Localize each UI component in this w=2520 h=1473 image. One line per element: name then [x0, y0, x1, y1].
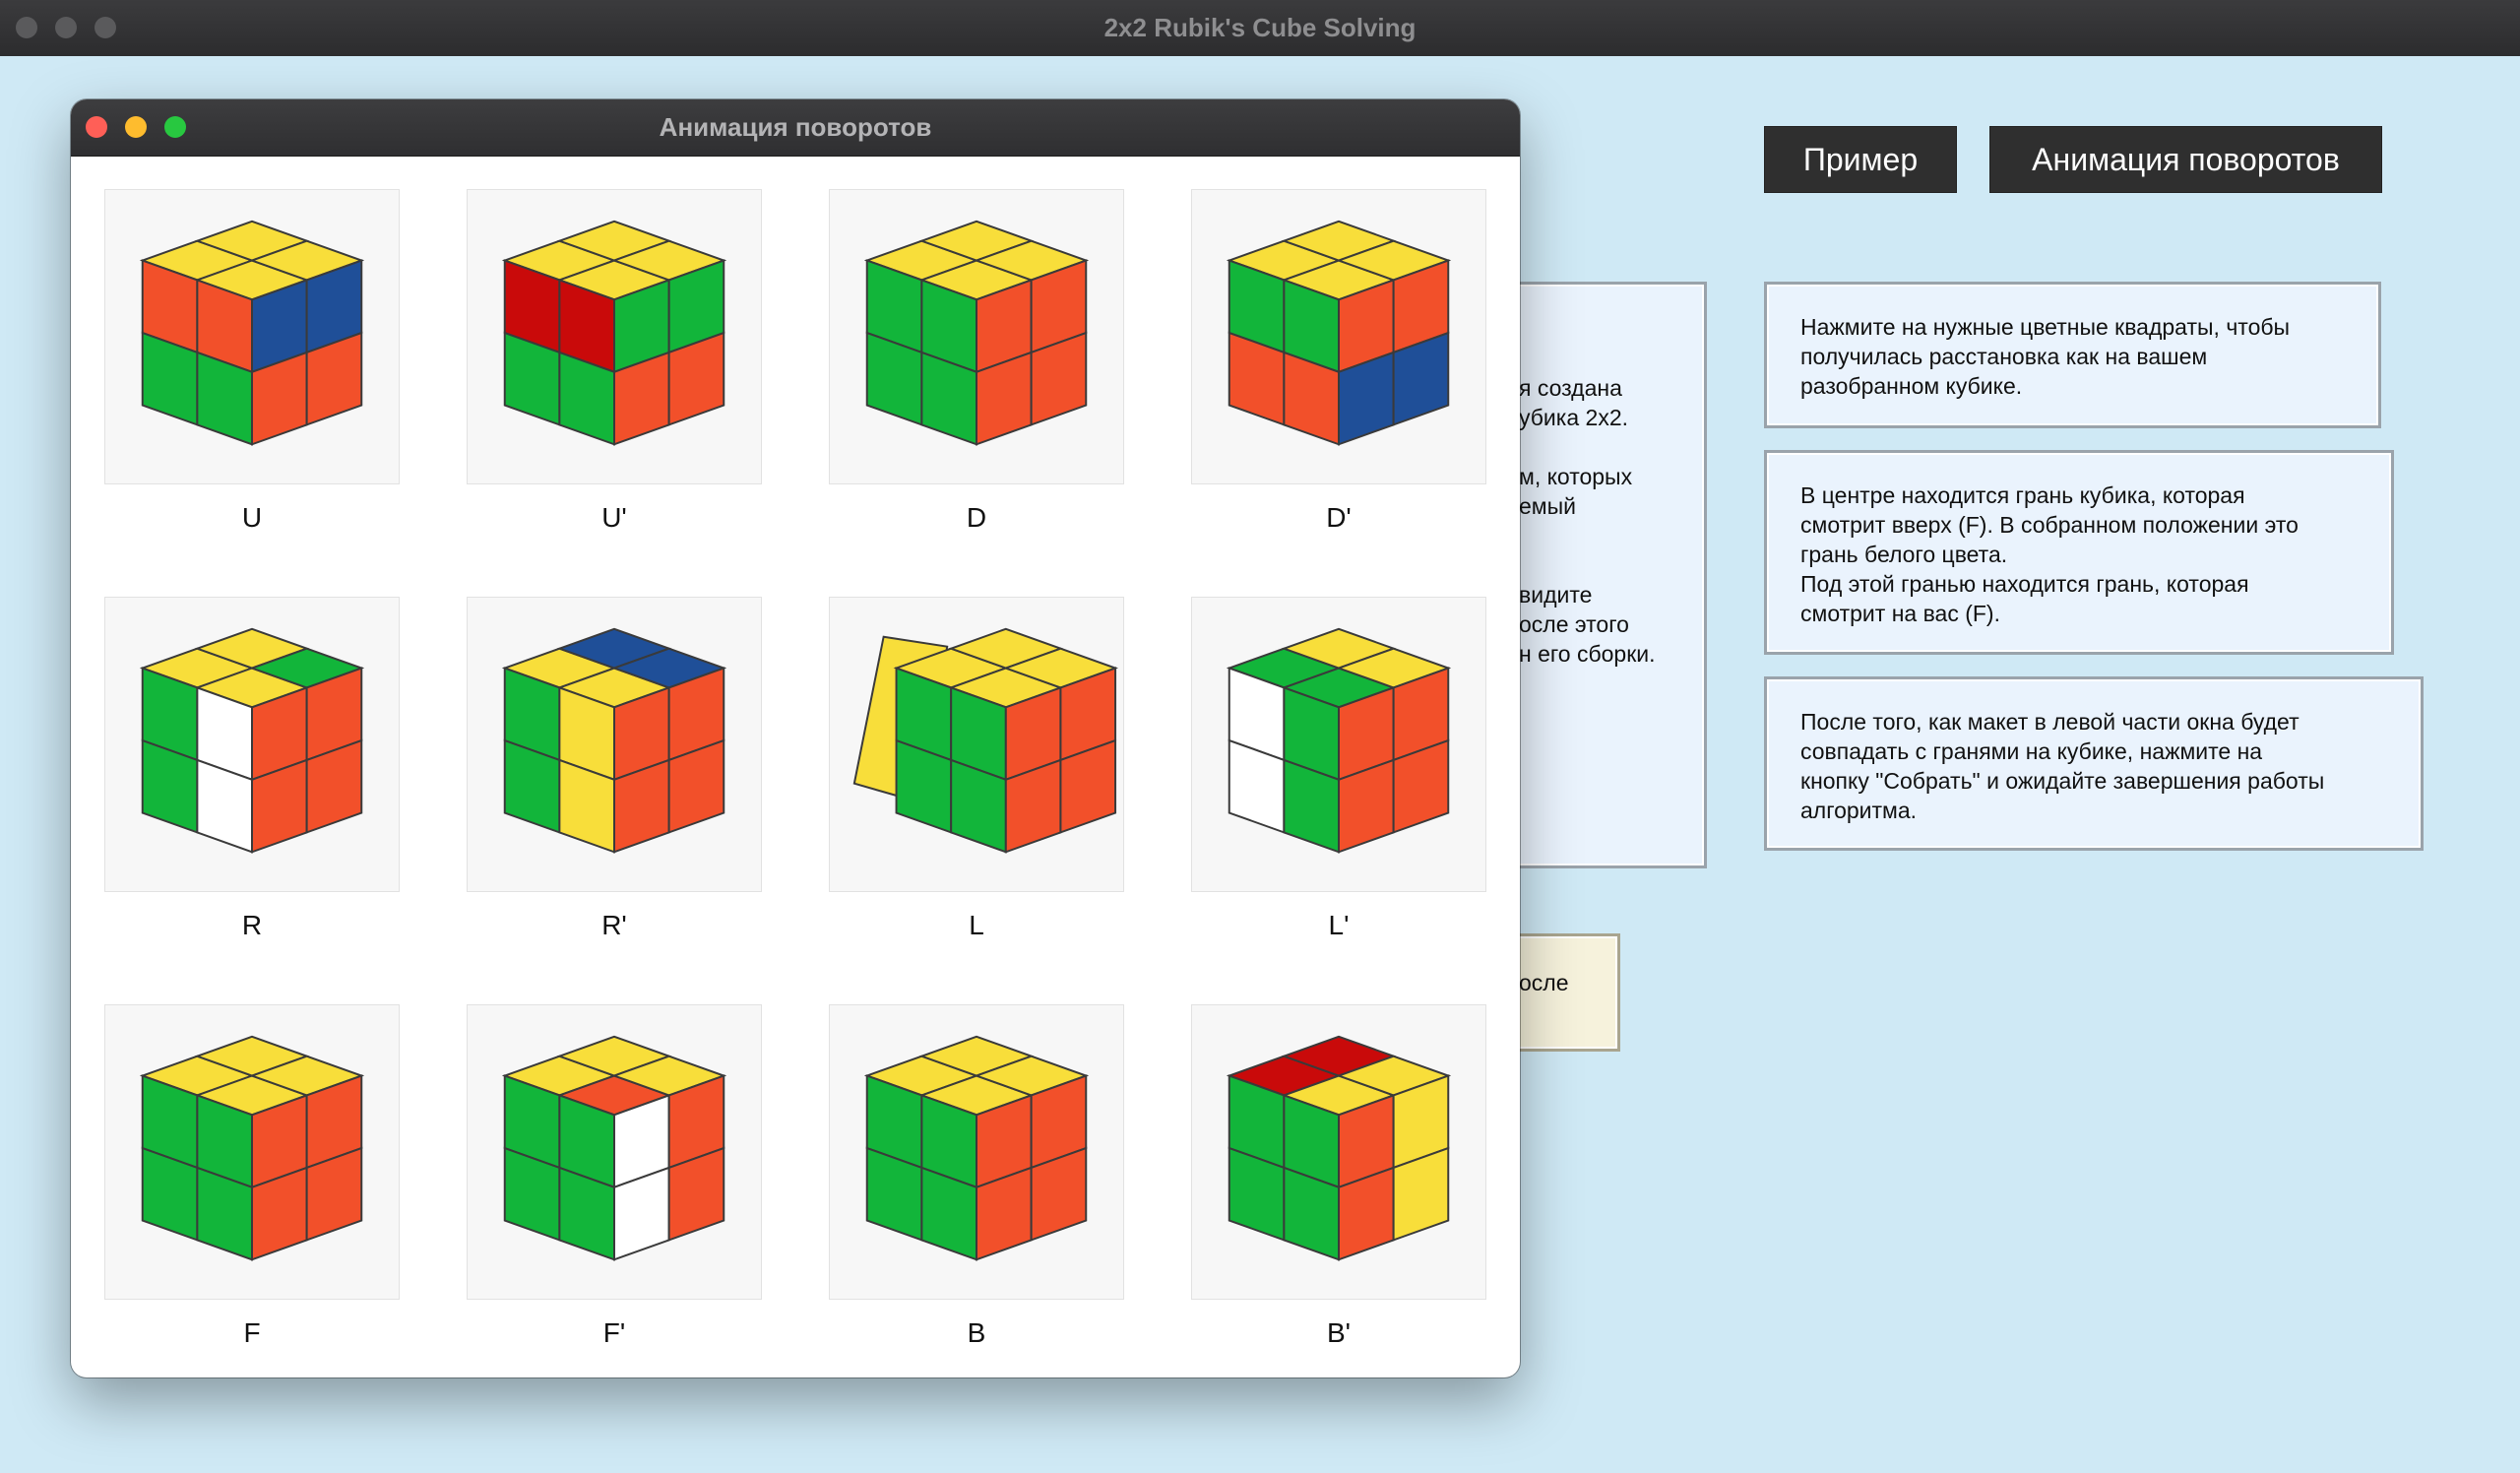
description-fragment-3: видите осле этого н его сборки. [1519, 582, 1656, 667]
move-label: R' [601, 910, 627, 940]
cube-image [1226, 1035, 1452, 1261]
move-animation-U-prime [467, 189, 762, 484]
cube-image [863, 220, 1090, 446]
main-window-titlebar: 2x2 Rubik's Cube Solving [0, 0, 2520, 57]
info-text-face-orientation: В центре находится грань кубика, которая… [1800, 482, 2299, 626]
move-animation-B-prime [1191, 1004, 1486, 1300]
move-animation-U [104, 189, 400, 484]
move-label: L' [1328, 910, 1350, 940]
move-animation-R [104, 597, 400, 892]
move-label: R [241, 910, 263, 940]
cube-image [1226, 220, 1452, 446]
move-label: B [967, 1317, 986, 1348]
info-box-face-orientation: В центре находится грань кубика, которая… [1764, 450, 2394, 655]
move-label: F [243, 1317, 261, 1348]
move-animation-B [829, 1004, 1124, 1300]
move-label: B' [1326, 1317, 1352, 1348]
move-label: U' [601, 502, 627, 533]
info-box-select-colors: Нажмите на нужные цветные квадраты, чтоб… [1764, 282, 2381, 428]
rotation-animation-button[interactable]: Анимация поворотов [1989, 126, 2382, 193]
move-label: D' [1326, 502, 1352, 533]
info-text-solve-instruction: После того, как макет в левой части окна… [1800, 709, 2325, 823]
move-animation-D [829, 189, 1124, 484]
cube-image [501, 220, 727, 446]
info-text-select-colors: Нажмите на нужные цветные квадраты, чтоб… [1800, 314, 2291, 399]
cube-image [139, 1035, 365, 1261]
note-fragment: осле [1519, 970, 1569, 995]
move-animation-R-prime [467, 597, 762, 892]
cube-image [1226, 627, 1452, 854]
description-fragment-2: м, которых емый [1519, 464, 1633, 519]
move-animation-L [829, 597, 1124, 892]
cube-image [139, 220, 365, 446]
main-window-title: 2x2 Rubik's Cube Solving [1103, 13, 1417, 42]
animation-window-titlebar: Анимация поворотов [71, 99, 1520, 157]
cube-image [501, 1035, 727, 1261]
animation-window-title: Анимация поворотов [659, 112, 932, 142]
example-button[interactable]: Пример [1764, 126, 1957, 193]
move-animation-F [104, 1004, 400, 1300]
move-animation-F-prime [467, 1004, 762, 1300]
move-label: F' [602, 1317, 626, 1348]
cube-image [863, 1035, 1090, 1261]
cube-image [852, 627, 1119, 854]
cube-image [501, 627, 727, 854]
move-label: L [969, 910, 984, 940]
rotation-animation-window: Анимация поворотов U U' D D' R R' L L' F F' B B' [71, 99, 1520, 1377]
move-label: D [966, 502, 987, 533]
info-box-solve-instruction: После того, как макет в левой части окна… [1764, 676, 2424, 851]
move-label: U [241, 502, 263, 533]
description-fragment-1: я создана убика 2x2. [1519, 375, 1629, 430]
cube-image [139, 627, 365, 854]
move-animation-L-prime [1191, 597, 1486, 892]
move-animation-D-prime [1191, 189, 1486, 484]
